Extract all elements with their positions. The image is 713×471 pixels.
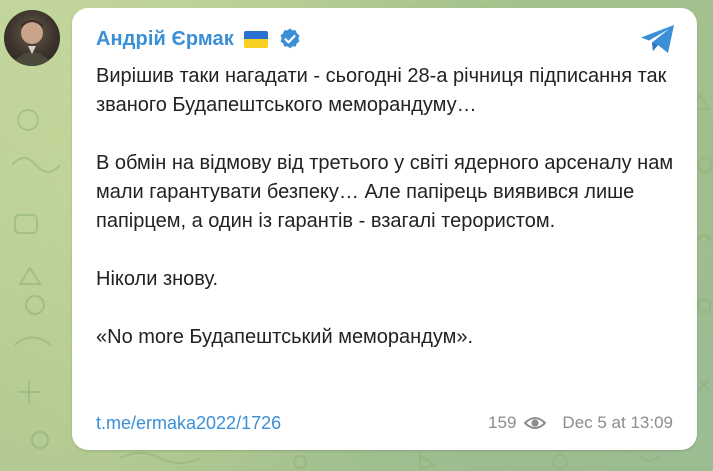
message-footer: t.me/ermaka2022/1726 159 Dec 5 at 13:09 — [96, 411, 673, 435]
view-count: 159 — [488, 413, 517, 432]
verified-badge-icon — [280, 28, 300, 49]
message-paragraph: Ніколи знову. — [96, 268, 219, 290]
message-header: Андрій Єрмак — [96, 26, 302, 52]
channel-avatar[interactable] — [4, 10, 60, 66]
message-bubble: Андрій Єрмак Вирішив таки нагадати - сьо… — [72, 8, 697, 450]
message-paragraph: «No more Будапештський меморандум». — [96, 326, 474, 348]
channel-name[interactable]: Андрій Єрмак — [96, 28, 234, 51]
post-link[interactable]: t.me/ermaka2022/1726 — [96, 413, 281, 434]
avatar-portrait — [10, 20, 54, 66]
message-meta: 159 Dec 5 at 13:09 — [488, 413, 673, 433]
message-timestamp: Dec 5 at 13:09 — [562, 413, 673, 432]
message-paragraph: В обмін на відмову від третього у світі … — [96, 152, 674, 232]
eye-icon — [524, 417, 547, 429]
ukraine-flag-icon — [243, 30, 268, 48]
message-text: Вирішив таки нагадати - сьогодні 28-а рі… — [96, 62, 676, 352]
message-paragraph: Вирішив таки нагадати - сьогодні 28-а рі… — [96, 65, 667, 116]
telegram-share-icon[interactable] — [639, 23, 677, 55]
